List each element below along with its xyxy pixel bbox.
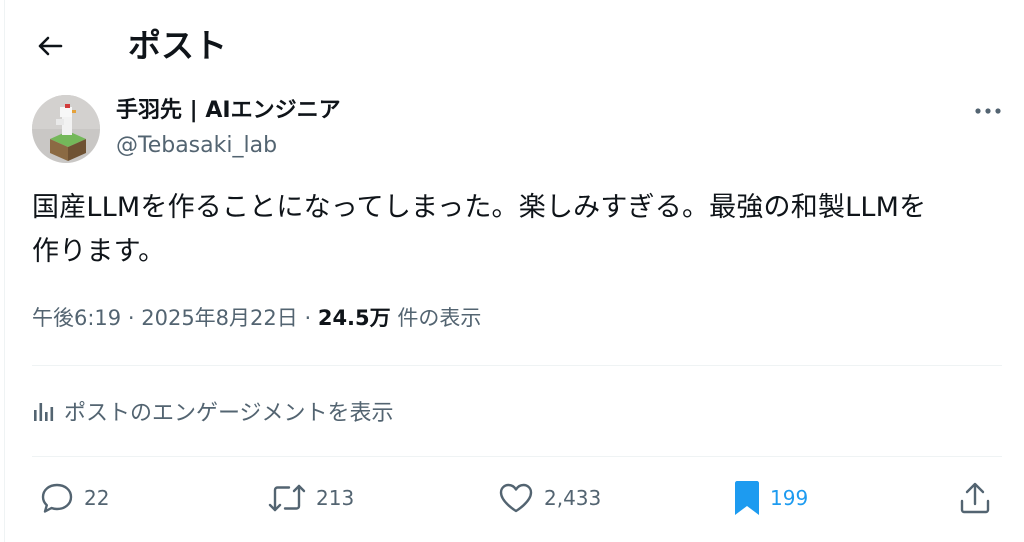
back-button[interactable] <box>28 26 72 66</box>
share-button[interactable] <box>958 478 992 518</box>
reply-count: 22 <box>84 486 110 510</box>
views-label: 件の表示 <box>397 306 482 330</box>
repost-button[interactable]: 213 <box>268 478 354 518</box>
arrow-left-icon <box>38 36 63 56</box>
meta-separator: · <box>127 306 135 330</box>
page-header: ポスト <box>0 0 1024 90</box>
more-horizontal-icon <box>975 108 1001 114</box>
bookmark-count: 199 <box>770 486 809 510</box>
divider <box>32 365 1002 366</box>
more-options-button[interactable] <box>966 96 1010 126</box>
avatar[interactable] <box>32 95 100 163</box>
post-text: 国産LLMを作ることになってしまった。楽しみすぎる。最強の和製LLMを 作ります… <box>32 186 1002 274</box>
post-date[interactable]: 2025年8月22日 <box>141 306 298 330</box>
like-count: 2,433 <box>544 486 602 510</box>
post-meta: 午後6:19 · 2025年8月22日 · 24.5万 件の表示 <box>32 302 481 334</box>
bookmark-button[interactable]: 199 <box>734 478 808 518</box>
author-display-name[interactable]: 手羽先 | AIエンジニア <box>116 96 341 126</box>
speech-bubble-icon <box>41 483 73 513</box>
post-time[interactable]: 午後6:19 <box>32 306 121 330</box>
share-upload-icon <box>960 482 990 514</box>
heart-icon <box>499 483 533 513</box>
author-handle[interactable]: @Tebasaki_lab <box>116 131 277 161</box>
bookmark-filled-icon <box>735 481 759 515</box>
reply-button[interactable]: 22 <box>40 478 109 518</box>
view-engagement-label: ポストのエンゲージメントを表示 <box>64 401 394 426</box>
view-engagement-link[interactable]: ポストのエンゲージメントを表示 <box>32 393 394 429</box>
views-count: 24.5万 <box>317 306 391 330</box>
like-button[interactable]: 2,433 <box>498 478 601 518</box>
repost-count: 213 <box>316 486 355 510</box>
divider <box>32 456 1002 457</box>
page-title: ポスト <box>128 26 227 65</box>
post-text-line: 国産LLMを作ることになってしまった。楽しみすぎる。最強の和製LLMを <box>32 192 927 223</box>
meta-separator: · <box>304 306 312 330</box>
bar-chart-icon <box>34 403 54 421</box>
post-text-line: 作ります。 <box>32 236 166 267</box>
repost-arrows-icon <box>268 484 306 512</box>
